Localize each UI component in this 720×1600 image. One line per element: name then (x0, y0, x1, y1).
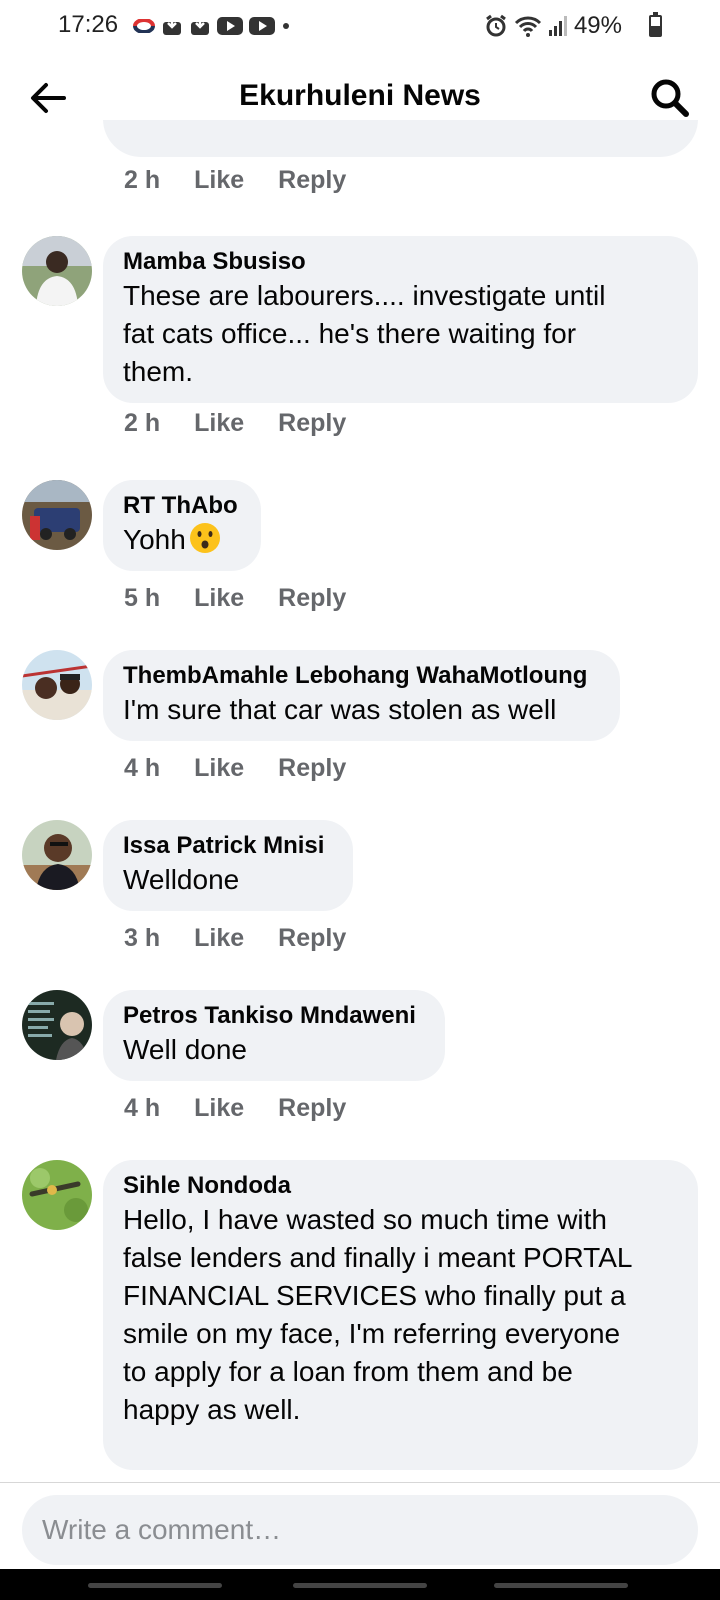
comment-author[interactable]: ThembAmahle Lebohang WahaMotloung (123, 661, 600, 691)
comment-time: 2 h (124, 166, 161, 194)
avatar[interactable] (22, 650, 92, 720)
like-button[interactable]: Like (194, 584, 244, 613)
reply-button[interactable]: Reply (278, 754, 346, 783)
comment-text-line: These are labourers.... investigate unti… (123, 280, 606, 311)
comment-text-line: Well done (123, 1034, 248, 1065)
like-button[interactable]: Like (194, 1094, 244, 1123)
nav-recents-button[interactable] (88, 1583, 222, 1588)
avatar[interactable] (22, 820, 92, 890)
sync-icon (133, 19, 155, 33)
page-title: Ekurhuleni News (239, 79, 481, 112)
status-time: 17:26 (58, 11, 119, 38)
comment-time: 2 h (124, 409, 161, 437)
youtube-icon (217, 17, 243, 35)
comment-actions: 4 h Like Reply (124, 1094, 346, 1123)
comment-text-line: Hello, I have wasted so much time with (123, 1204, 607, 1235)
comment-time: 3 h (124, 924, 161, 952)
like-button[interactable]: Like (194, 409, 244, 438)
comment-bubble[interactable]: Petros Tankiso Mndaweni Well done (103, 990, 445, 1081)
comments-feed[interactable]: 2 h Like Reply Mamba Sbusiso These are l… (0, 120, 720, 1482)
reply-button[interactable]: Reply (278, 409, 346, 438)
nav-back-button[interactable] (494, 1583, 628, 1588)
system-icons: 49% (484, 12, 646, 40)
avatar[interactable] (22, 1160, 92, 1230)
download-icon (191, 17, 209, 35)
reply-button[interactable]: Reply (278, 924, 346, 953)
alarm-icon (486, 14, 506, 37)
comment-author[interactable]: Mamba Sbusiso (123, 247, 678, 277)
reply-button[interactable]: Reply (278, 166, 346, 195)
comment-bubble[interactable]: RT ThAbo Yohh (103, 480, 261, 571)
comment-actions: 5 h Like Reply (124, 584, 346, 613)
battery-icon (649, 12, 662, 37)
comment-text-line: happy as well. (123, 1394, 301, 1425)
comment-text-line: to apply for a loan from them and be (123, 1356, 573, 1387)
system-nav-bar (0, 1569, 720, 1600)
comment-bubble[interactable]: ThembAmahle Lebohang WahaMotloung I'm su… (103, 650, 620, 741)
comment-actions: 2 h Like Reply (124, 166, 346, 195)
like-button[interactable]: Like (194, 166, 244, 195)
wifi-icon (514, 16, 542, 37)
notification-icons (133, 13, 291, 39)
comment-text-line: I'm sure that car was stolen as well (123, 694, 557, 725)
comment-input[interactable] (22, 1495, 698, 1565)
comment-time: 5 h (124, 584, 161, 612)
search-icon (651, 79, 689, 117)
comment-text: Yohh (123, 521, 241, 559)
nav-home-button[interactable] (293, 1583, 427, 1588)
like-button[interactable]: Like (194, 754, 244, 783)
comment-time: 4 h (124, 1094, 161, 1122)
avatar[interactable] (22, 236, 92, 306)
like-button[interactable]: Like (194, 924, 244, 953)
comment-actions: 4 h Like Reply (124, 754, 346, 783)
comment-time: 4 h (124, 754, 161, 782)
comment-actions: 2 h Like Reply (124, 409, 346, 438)
comment-text-line: smile on my face, I'm referring everyone (123, 1318, 621, 1349)
dot-icon (283, 23, 289, 29)
comment-author[interactable]: RT ThAbo (123, 491, 241, 521)
search-button[interactable] (648, 76, 692, 120)
youtube-icon (249, 17, 275, 35)
reply-button[interactable]: Reply (278, 584, 346, 613)
battery-percent: 49% (573, 12, 622, 39)
comment-author[interactable]: Petros Tankiso Mndaweni (123, 1001, 425, 1031)
battery-level (651, 26, 660, 35)
hushed-face-emoji (189, 523, 220, 553)
comment-bubble-partial[interactable] (103, 120, 698, 157)
comment-actions: 3 h Like Reply (124, 924, 346, 953)
comment-author[interactable]: Issa Patrick Mnisi (123, 831, 333, 861)
status-bar: 17:26 49% (0, 0, 720, 52)
comment-bubble[interactable]: Issa Patrick Mnisi Welldone (103, 820, 353, 911)
comment-text-line: false lenders and finally i meant PORTAL (123, 1242, 633, 1273)
comment-author[interactable]: Sihle Nondoda (123, 1171, 678, 1201)
signal-icon (548, 16, 567, 36)
comment-text-line: them. (123, 356, 194, 387)
download-icon (163, 17, 181, 35)
avatar[interactable] (22, 990, 92, 1060)
reply-button[interactable]: Reply (278, 1094, 346, 1123)
avatar[interactable] (22, 480, 92, 550)
comment-text-line: Welldone (123, 864, 240, 895)
comment-bubble[interactable]: Sihle Nondoda Hello, I have wasted so mu… (103, 1160, 698, 1470)
comment-text-content: Yohh (123, 524, 186, 555)
comment-text-line: fat cats office... he's there waiting fo… (123, 318, 577, 349)
comment-bubble[interactable]: Mamba Sbusiso These are labourers.... in… (103, 236, 698, 403)
comment-text-line: FINANCIAL SERVICES who finally put a (123, 1280, 626, 1311)
